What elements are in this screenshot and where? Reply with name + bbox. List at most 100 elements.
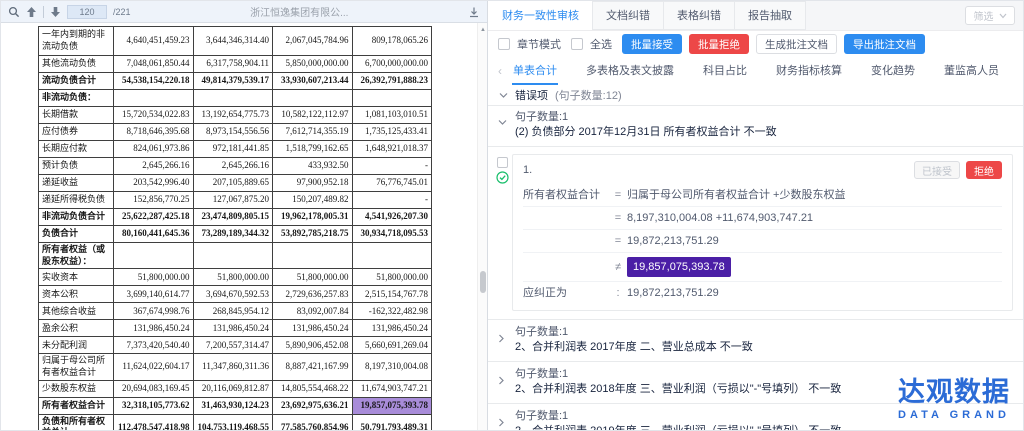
sub-tab[interactable]: 科目占比 bbox=[702, 57, 748, 85]
main-tab[interactable]: 报告抽取 bbox=[734, 1, 806, 30]
collapsed-error-item[interactable]: 句子数量:12、合并利润表 2017年度 二、营业总成本 不一致 bbox=[488, 319, 1023, 361]
table-row: 负债合计80,160,441,645.3673,289,189,344.3253… bbox=[39, 226, 432, 243]
table-row: 应付债券8,718,646,395.688,973,154,556.567,61… bbox=[39, 124, 432, 141]
value-cell: 809,178,065.26 bbox=[352, 27, 432, 56]
value-cell: 112,478,547,418.98 bbox=[114, 414, 194, 430]
generate-annotation-doc-button[interactable]: 生成批注文档 bbox=[756, 34, 837, 54]
item-sentence-count: 句子数量:1 bbox=[515, 409, 1013, 424]
value-cell: 2,515,154,767.78 bbox=[352, 286, 432, 303]
value-cell bbox=[114, 243, 194, 269]
row-label: 递延所得税负债 bbox=[39, 192, 114, 209]
error-section-header[interactable]: 错误项 (句子数量:12) bbox=[488, 85, 1023, 105]
document-scrollbar[interactable]: ▲ bbox=[477, 23, 487, 430]
main-tab[interactable]: 表格纠错 bbox=[663, 1, 735, 30]
sub-tab[interactable]: 单表合计 bbox=[512, 57, 558, 85]
row-label: 应付债券 bbox=[39, 124, 114, 141]
value-cell: 4,640,451,459.23 bbox=[114, 27, 194, 56]
value-cell bbox=[352, 90, 432, 107]
app-window: /221 浙江恒逸集团有限公... 一年内到期的非流动负债4,640,451,4… bbox=[0, 0, 1024, 431]
page-up-icon[interactable] bbox=[26, 6, 37, 18]
download-icon[interactable] bbox=[468, 6, 480, 18]
table-row: 递延所得税负债152,856,770.25127,067,875.20150,2… bbox=[39, 192, 432, 209]
collapsed-error-item[interactable]: 句子数量:12、合并利润表 2018年度 三、营业利润（亏损以"-"号填列） 不… bbox=[488, 361, 1023, 403]
value-cell: - bbox=[352, 192, 432, 209]
table-row: 负债和所有者权益总计112,478,547,418.98104,753,119,… bbox=[39, 414, 432, 430]
value-cell: 11,347,860,311.36 bbox=[193, 354, 273, 380]
filter-label: 筛选 bbox=[974, 8, 994, 23]
value-cell: 15,720,534,022.83 bbox=[114, 107, 194, 124]
detail-checkbox[interactable] bbox=[497, 157, 508, 168]
export-annotation-doc-button[interactable]: 导出批注文档 bbox=[844, 34, 925, 54]
table-row: 一年内到期的非流动负债4,640,451,459.233,644,346,314… bbox=[39, 27, 432, 56]
correction-row: 应纠正为:19,872,213,751.29 bbox=[523, 282, 1002, 304]
sub-tab[interactable]: 董监高人员 bbox=[943, 57, 1000, 85]
sub-tab[interactable]: 变化趋势 bbox=[870, 57, 916, 85]
row-label: 流动负债合计 bbox=[39, 73, 114, 90]
formula-value: 19,857,075,393.78 bbox=[627, 257, 1002, 277]
row-label: 未分配利润 bbox=[39, 337, 114, 354]
value-cell: 1,735,125,433.41 bbox=[352, 124, 432, 141]
correction-label: 应纠正为 bbox=[523, 286, 609, 300]
value-cell bbox=[193, 243, 273, 269]
table-row: 其他流动负债7,048,061,850.446,317,758,904.115,… bbox=[39, 56, 432, 73]
row-label: 盈余公积 bbox=[39, 320, 114, 337]
error-group-row[interactable]: 句子数量:1 (2) 负债部分 2017年12月31日 所有者权益合计 不一致 bbox=[488, 105, 1023, 147]
value-cell: 8,973,154,556.56 bbox=[193, 124, 273, 141]
row-label: 所有者权益（或股东权益）： bbox=[39, 243, 114, 269]
value-cell bbox=[114, 90, 194, 107]
value-cell: 26,392,791,888.23 bbox=[352, 73, 432, 90]
value-cell: 51,800,000.00 bbox=[352, 269, 432, 286]
item-description: 2、合并利润表 2019年度 三、营业利润（亏损以"-"号填列） 不一致 bbox=[515, 424, 1013, 430]
value-cell: 50,791,793,489.31 bbox=[352, 414, 432, 430]
value-cell: 8,887,421,167.99 bbox=[273, 354, 353, 380]
value-cell: 7,373,420,540.40 bbox=[114, 337, 194, 354]
value-cell: 150,207,489.82 bbox=[273, 192, 353, 209]
batch-reject-button[interactable]: 批量拒绝 bbox=[689, 34, 749, 54]
formula-operator: = bbox=[609, 212, 627, 224]
batch-accept-button[interactable]: 批量接受 bbox=[622, 34, 682, 54]
page-down-icon[interactable] bbox=[50, 6, 61, 18]
row-label: 负债和所有者权益总计 bbox=[39, 414, 114, 430]
formula-operator: ≠ bbox=[609, 261, 627, 273]
collapsed-error-list: 句子数量:12、合并利润表 2017年度 二、营业总成本 不一致句子数量:12、… bbox=[488, 319, 1023, 430]
value-cell bbox=[273, 243, 353, 269]
filter-dropdown[interactable]: 筛选 bbox=[965, 6, 1015, 25]
sub-tab[interactable]: 多表格及表文披露 bbox=[585, 57, 675, 85]
detail-index: 1. bbox=[523, 164, 532, 176]
chapter-mode-checkbox[interactable] bbox=[498, 38, 510, 50]
row-label: 一年内到期的非流动负债 bbox=[39, 27, 114, 56]
table-row: 盈余公积131,986,450.24131,986,450.24131,986,… bbox=[39, 320, 432, 337]
chevron-down-icon bbox=[498, 119, 507, 126]
table-row: 非流动负债合计25,622,287,425.1823,474,809,805.1… bbox=[39, 209, 432, 226]
main-tab[interactable]: 财务一致性审核 bbox=[488, 1, 593, 30]
value-cell: 2,645,266.16 bbox=[193, 158, 273, 175]
row-label: 长期借款 bbox=[39, 107, 114, 124]
table-row: 预计负债2,645,266.162,645,266.16433,932.50- bbox=[39, 158, 432, 175]
value-cell: 131,986,450.24 bbox=[352, 320, 432, 337]
review-panel: 财务一致性审核文档纠错表格纠错报告抽取 筛选 章节模式 全选 批量接受 批量拒绝… bbox=[488, 1, 1023, 430]
table-row: 资本公积3,699,140,614.773,694,670,592.532,72… bbox=[39, 286, 432, 303]
value-cell: 31,463,930,124.23 bbox=[193, 397, 273, 414]
document-page: 一年内到期的非流动负债4,640,451,459.233,644,346,314… bbox=[1, 23, 477, 430]
value-cell: 824,061,973.86 bbox=[114, 141, 194, 158]
magnifier-icon[interactable] bbox=[8, 6, 20, 18]
accepted-button[interactable]: 已接受 bbox=[914, 161, 960, 179]
scrollbar-thumb[interactable] bbox=[480, 271, 486, 293]
page-total-label: /221 bbox=[113, 7, 131, 17]
select-all-checkbox[interactable] bbox=[571, 38, 583, 50]
page-number-input[interactable] bbox=[67, 5, 107, 19]
collapsed-error-item[interactable]: 句子数量:12、合并利润表 2019年度 三、营业利润（亏损以"-"号填列） 不… bbox=[488, 403, 1023, 430]
table-row: 少数股东权益20,694,083,169.4520,116,069,812.87… bbox=[39, 380, 432, 397]
row-label: 预计负债 bbox=[39, 158, 114, 175]
main-tab[interactable]: 文档纠错 bbox=[592, 1, 664, 30]
scrollbar-up-icon[interactable]: ▲ bbox=[478, 27, 488, 33]
value-cell: 5,890,906,452.08 bbox=[273, 337, 353, 354]
sub-tab[interactable]: 财务指标核算 bbox=[775, 57, 843, 85]
chevron-left-icon[interactable]: ‹ bbox=[498, 64, 502, 78]
value-cell: 5,660,691,269.04 bbox=[352, 337, 432, 354]
document-toolbar: /221 浙江恒逸集团有限公... bbox=[1, 1, 487, 23]
formula-row: ≠19,857,075,393.78 bbox=[523, 253, 1002, 282]
value-cell: 49,814,379,539.17 bbox=[193, 73, 273, 90]
value-cell: 83,092,007.84 bbox=[273, 303, 353, 320]
reject-button[interactable]: 拒绝 bbox=[966, 161, 1002, 179]
